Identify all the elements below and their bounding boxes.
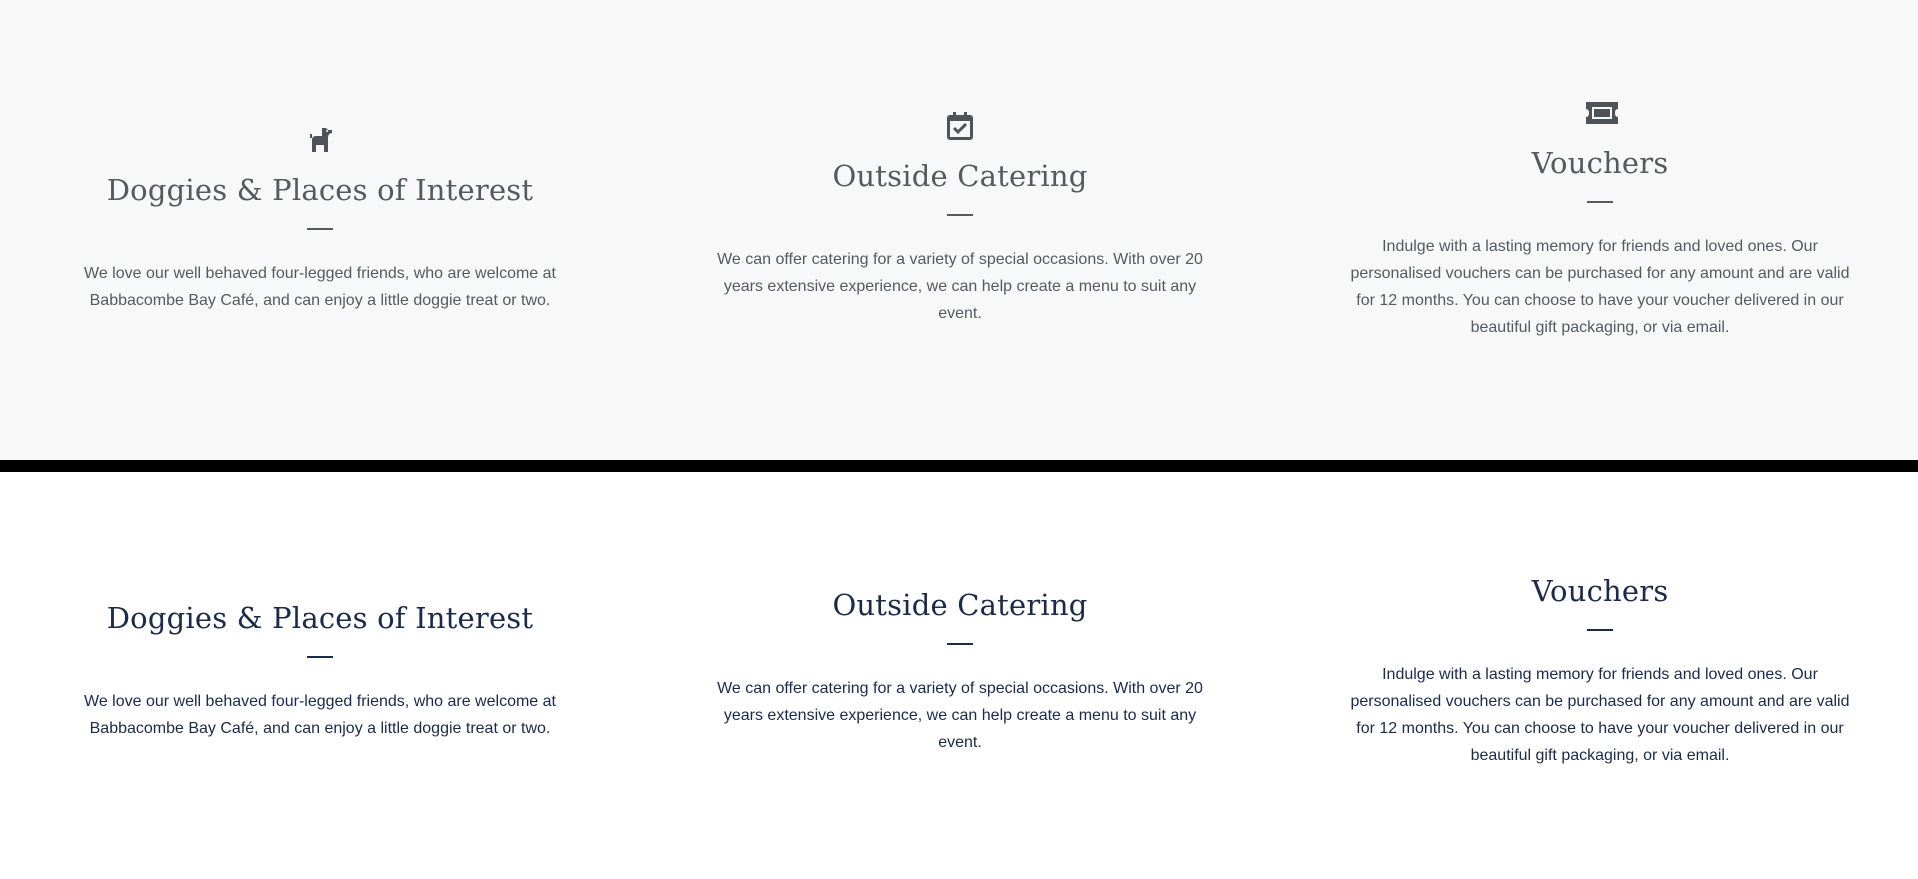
feature-title: Outside Catering: [832, 159, 1088, 193]
title-underline: [947, 643, 973, 645]
title-underline: [307, 656, 333, 658]
dog-icon: [304, 124, 336, 156]
feature-card-doggies: Doggies & Places of Interest We love our…: [60, 598, 580, 742]
feature-card-vouchers: Vouchers Indulge with a lasting memory f…: [1340, 97, 1860, 341]
title-underline: [1587, 629, 1613, 631]
feature-card-catering: Outside Catering We can offer catering f…: [700, 110, 1220, 327]
feature-description: Indulge with a lasting memory for friend…: [1350, 238, 1850, 336]
feature-title: Doggies & Places of Interest: [106, 601, 534, 635]
section-divider: [0, 460, 1918, 472]
feature-description: We love our well behaved four-legged fri…: [84, 693, 556, 737]
feature-description: Indulge with a lasting memory for friend…: [1350, 666, 1850, 764]
feature-description: We love our well behaved four-legged fri…: [84, 265, 556, 309]
features-section-top: Doggies & Places of Interest We love our…: [0, 0, 1918, 460]
feature-card-doggies: Doggies & Places of Interest We love our…: [60, 124, 580, 314]
features-section-bottom: Doggies & Places of Interest We love our…: [0, 472, 1918, 879]
feature-card-catering: Outside Catering We can offer catering f…: [700, 585, 1220, 756]
feature-description: We can offer catering for a variety of s…: [717, 680, 1203, 751]
calendar-check-icon: [944, 110, 976, 142]
ticket-icon: [1584, 97, 1618, 129]
title-underline: [947, 214, 973, 216]
title-underline: [307, 228, 333, 230]
feature-title: Vouchers: [1531, 574, 1669, 608]
feature-title: Vouchers: [1531, 146, 1669, 180]
feature-description: We can offer catering for a variety of s…: [717, 251, 1203, 322]
feature-card-vouchers: Vouchers Indulge with a lasting memory f…: [1340, 571, 1860, 769]
feature-title: Outside Catering: [832, 588, 1088, 622]
feature-title: Doggies & Places of Interest: [106, 173, 534, 207]
title-underline: [1587, 201, 1613, 203]
